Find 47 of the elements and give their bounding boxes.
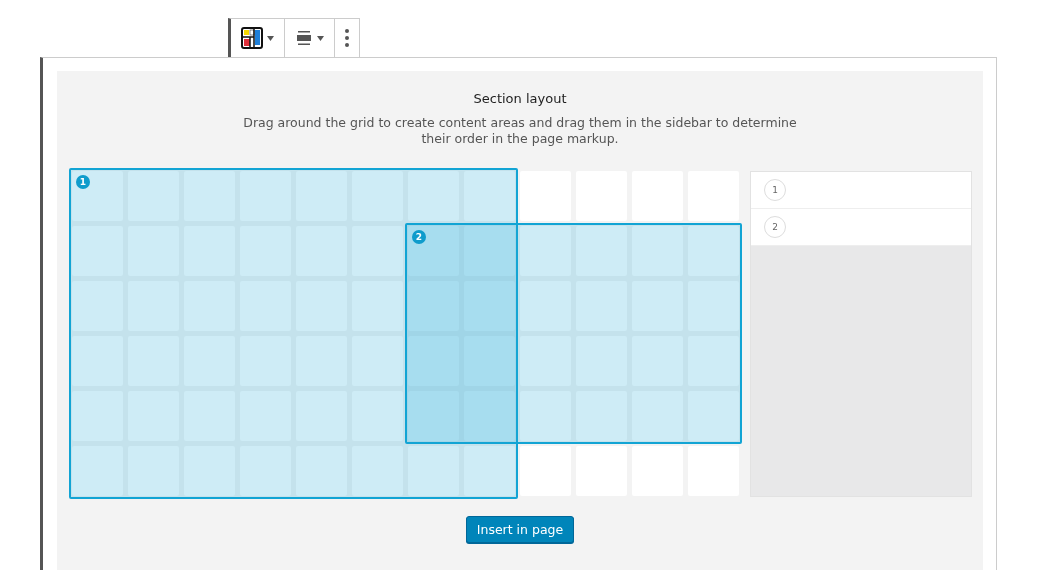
grid-cell[interactable]: [576, 391, 627, 441]
grid-cell[interactable]: [688, 281, 739, 331]
grid-cell[interactable]: [72, 336, 123, 386]
grid-cell[interactable]: [296, 446, 347, 496]
grid-cell[interactable]: [72, 391, 123, 441]
section-title: Section layout: [473, 91, 567, 106]
grid-layout-icon: [241, 27, 263, 49]
grid-cell[interactable]: [464, 446, 515, 496]
grid-cell[interactable]: [408, 226, 459, 276]
grid-cell[interactable]: [128, 171, 179, 221]
grid-cell[interactable]: [464, 391, 515, 441]
grid-cell[interactable]: [520, 226, 571, 276]
grid-cell[interactable]: [688, 226, 739, 276]
grid-cell[interactable]: [352, 171, 403, 221]
grid-cell[interactable]: [184, 171, 235, 221]
grid-cell[interactable]: [296, 171, 347, 221]
grid-cell[interactable]: [408, 336, 459, 386]
grid-cell[interactable]: [72, 226, 123, 276]
more-icon: [345, 29, 349, 47]
grid-cell[interactable]: [240, 446, 291, 496]
grid-cell[interactable]: [408, 446, 459, 496]
order-item[interactable]: 2: [751, 209, 971, 246]
grid-cell[interactable]: [72, 171, 123, 221]
grid-cell[interactable]: [576, 226, 627, 276]
grid-cell[interactable]: [72, 446, 123, 496]
insert-button[interactable]: Insert in page: [465, 516, 575, 543]
grid-cell[interactable]: [352, 446, 403, 496]
section-description: Drag around the grid to create content areas and drag them in the sidebar to determine their order in the page markup.: [242, 115, 798, 147]
grid-cell[interactable]: [72, 281, 123, 331]
grid-cell[interactable]: [688, 336, 739, 386]
grid-cell[interactable]: [408, 391, 459, 441]
grid-cell[interactable]: [520, 391, 571, 441]
align-icon: [295, 30, 313, 46]
grid-cell[interactable]: [632, 226, 683, 276]
grid-cell[interactable]: [464, 226, 515, 276]
grid-cell[interactable]: [464, 171, 515, 221]
grid-cell[interactable]: [408, 171, 459, 221]
order-item[interactable]: 1: [751, 172, 971, 209]
grid-cell[interactable]: [632, 391, 683, 441]
content-area[interactable]: 2: [405, 223, 742, 444]
grid-cell[interactable]: [464, 281, 515, 331]
grid-cell[interactable]: [464, 336, 515, 386]
grid-cell[interactable]: [408, 281, 459, 331]
grid-cell[interactable]: [240, 171, 291, 221]
grid-cell[interactable]: [184, 446, 235, 496]
grid-cell[interactable]: [688, 391, 739, 441]
grid-cell[interactable]: [128, 446, 179, 496]
